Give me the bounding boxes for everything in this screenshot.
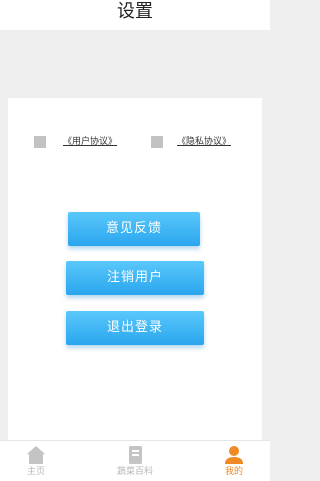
header-bar: 设置 — [0, 0, 270, 30]
feedback-button[interactable]: 意见反馈 — [68, 212, 200, 246]
settings-card: 《用户协议》 《隐私协议》 意见反馈 注销用户 退出登录 — [8, 98, 262, 440]
page-title: 设置 — [117, 1, 153, 22]
header-spacer — [0, 30, 270, 98]
tab-home-label: 主页 — [26, 467, 45, 477]
home-icon — [27, 446, 45, 464]
tab-mine-label: 我的 — [224, 467, 243, 477]
privacy-agreement-link[interactable]: 《隐私协议》 — [177, 136, 231, 148]
bottom-tab-bar: 主页 蔬菜百科 我的 — [0, 440, 270, 481]
logout-button[interactable]: 退出登录 — [66, 311, 204, 345]
privacy-agreement-checkbox[interactable] — [151, 136, 163, 148]
user-agreement-checkbox[interactable] — [34, 136, 46, 148]
user-agreement-link[interactable]: 《用户协议》 — [63, 136, 117, 148]
tab-vegetable-encyclopedia-label: 蔬菜百科 — [116, 467, 153, 477]
tab-home[interactable]: 主页 — [0, 441, 72, 481]
user-icon — [225, 446, 243, 464]
cancel-account-button[interactable]: 注销用户 — [66, 261, 204, 295]
book-icon — [129, 446, 142, 464]
tab-vegetable-encyclopedia[interactable]: 蔬菜百科 — [99, 441, 171, 481]
tab-mine[interactable]: 我的 — [198, 441, 270, 481]
